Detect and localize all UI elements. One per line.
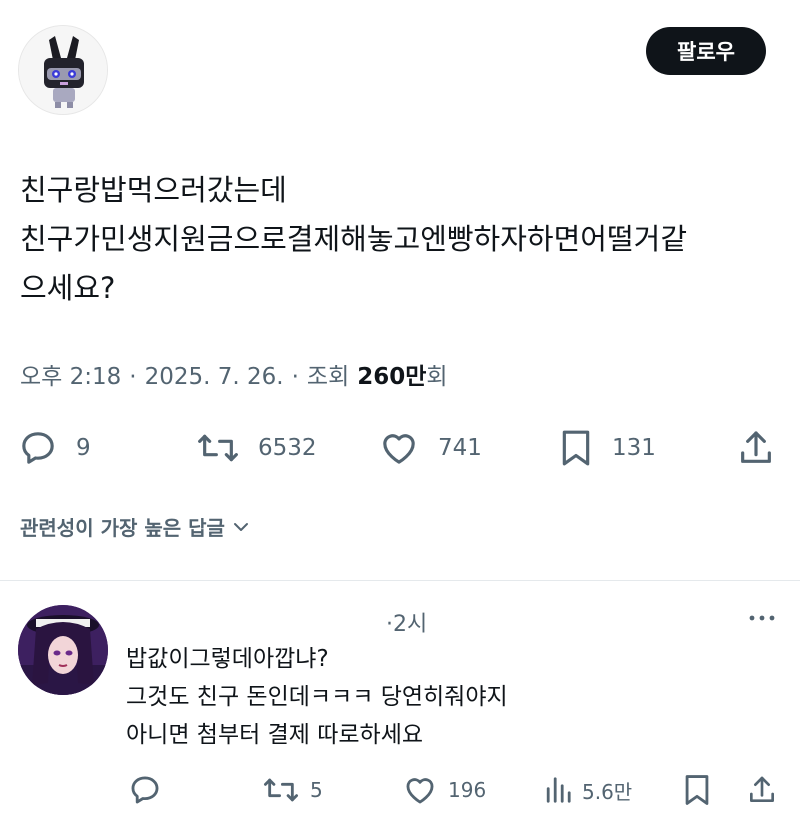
reply-time[interactable]: ·2시 bbox=[386, 606, 427, 638]
post-text-line: 친구가민생지원금으로결제해놓고엔빵하자하면어떨거같 bbox=[20, 222, 688, 256]
like-count: 741 bbox=[438, 435, 482, 461]
reply-text-line: 그것도 친구 돈인데ㅋㅋㅋ 당연히줘야지 bbox=[126, 684, 508, 710]
follow-button[interactable]: 팔로우 bbox=[646, 27, 766, 75]
share-icon bbox=[750, 776, 774, 802]
post-action-bar: 9 6532 741 131 bbox=[0, 426, 800, 470]
repost-button[interactable]: 6532 bbox=[196, 428, 317, 468]
reply-share-button[interactable] bbox=[746, 773, 778, 807]
views-count: 260만 bbox=[357, 364, 427, 390]
share-button[interactable] bbox=[736, 428, 776, 468]
bookmark-icon bbox=[562, 430, 590, 466]
share-icon bbox=[741, 431, 771, 463]
bookmark-icon bbox=[685, 775, 709, 805]
post-time[interactable]: 오후 2:18 bbox=[20, 357, 121, 391]
reply-views-count: 5.6만 bbox=[582, 779, 633, 804]
post-text-line: 으세요? bbox=[20, 271, 116, 305]
bookmark-count: 131 bbox=[612, 435, 656, 461]
reply-author-avatar[interactable] bbox=[18, 605, 108, 695]
like-icon bbox=[383, 434, 415, 464]
reply-action-bar: 5 196 5.6만 bbox=[0, 770, 800, 810]
reply-repost-count: 5 bbox=[310, 778, 323, 802]
reply-reply-button[interactable] bbox=[128, 773, 162, 807]
bookmark-button[interactable]: 131 bbox=[558, 428, 656, 468]
divider bbox=[0, 580, 800, 581]
views-icon bbox=[546, 777, 571, 803]
repost-icon bbox=[263, 778, 298, 802]
repost-count: 6532 bbox=[258, 435, 317, 461]
like-button[interactable]: 741 bbox=[378, 428, 482, 468]
reply-icon bbox=[22, 432, 54, 464]
reply-button[interactable]: 9 bbox=[18, 428, 91, 468]
more-icon bbox=[749, 615, 775, 621]
reply-bookmark-button[interactable] bbox=[682, 773, 712, 807]
reply-text-line: 밥값이그렇데아깝냐? bbox=[126, 646, 329, 672]
reply-text-line: 아니면 첨부터 결제 따로하세요 bbox=[126, 722, 424, 748]
views-suffix: 회 bbox=[426, 364, 448, 390]
author-avatar[interactable] bbox=[18, 25, 108, 115]
reply-like-count: 196 bbox=[448, 778, 487, 802]
repost-icon bbox=[198, 434, 238, 462]
meta-separator: · bbox=[291, 364, 299, 390]
chevron-down-icon bbox=[233, 522, 248, 531]
post-text-line: 친구랑밥먹으러갔는데 bbox=[20, 173, 287, 207]
sort-label: 관련성이 가장 높은 답글 bbox=[20, 516, 225, 540]
reply-like-button[interactable]: 196 bbox=[402, 773, 486, 807]
reply-count: 9 bbox=[76, 435, 91, 461]
anime-girl-avatar bbox=[18, 605, 108, 695]
reply-repost-button[interactable]: 5 bbox=[262, 773, 323, 807]
reply-sort-selector[interactable]: 관련성이 가장 높은 답글 bbox=[20, 512, 251, 541]
pixel-bunny-avatar bbox=[19, 26, 107, 114]
more-button[interactable] bbox=[745, 608, 779, 632]
post-date[interactable]: 2025. 7. 26. bbox=[145, 364, 284, 390]
reply-views-button[interactable]: 5.6만 bbox=[544, 773, 632, 807]
reply-text: 밥값이그렇데아깝냐? 그것도 친구 돈인데ㅋㅋㅋ 당연히줘야지 아니면 첨부터 … bbox=[126, 640, 508, 754]
reply-icon bbox=[131, 776, 159, 804]
post-text: 친구랑밥먹으러갔는데 친구가민생지원금으로결제해놓고엔빵하자하면어떨거같 으세요… bbox=[20, 166, 790, 313]
post-meta: 오후 2:18 · 2025. 7. 26. · 조회 260만 회 bbox=[20, 357, 448, 391]
views-label: 조회 bbox=[306, 364, 350, 390]
like-icon bbox=[406, 778, 434, 804]
meta-separator: · bbox=[129, 364, 137, 390]
